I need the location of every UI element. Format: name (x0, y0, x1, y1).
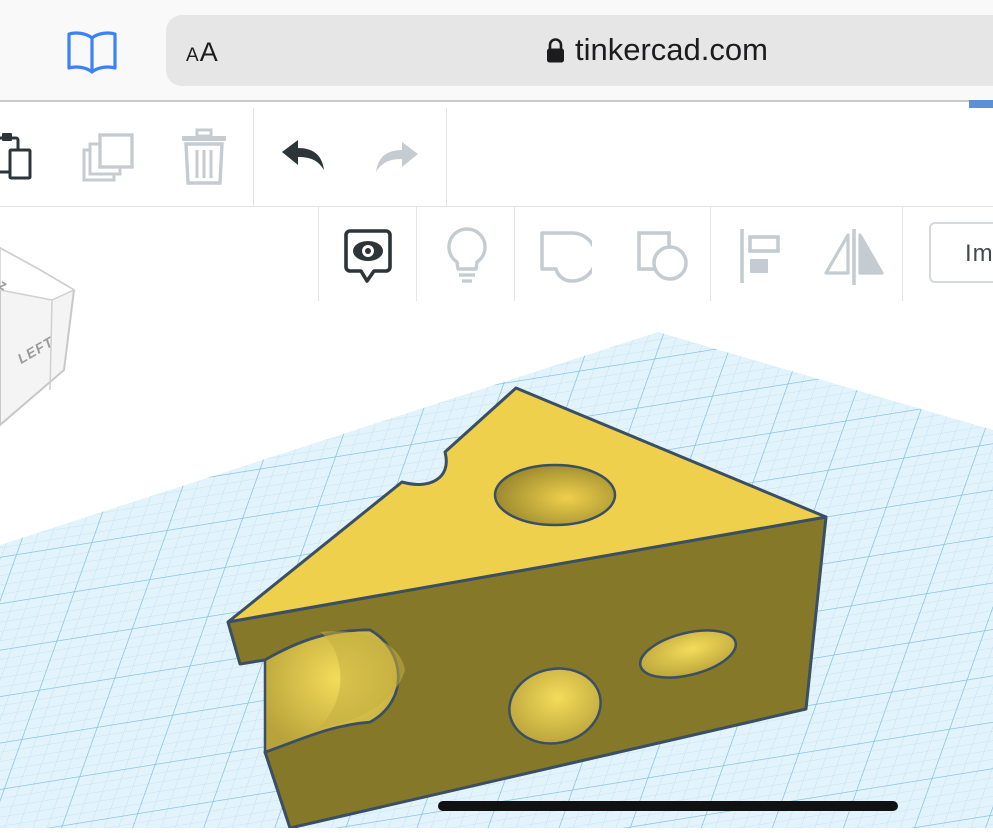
toolbar-separator (446, 108, 447, 206)
reader-label-small: A (186, 45, 200, 66)
home-indicator[interactable] (438, 801, 898, 811)
edit-toolbar (0, 108, 993, 207)
import-button[interactable]: Im (929, 222, 993, 283)
undo-button[interactable] (278, 136, 328, 176)
view-toolbar (318, 207, 993, 301)
hole-shape-button[interactable] (636, 229, 690, 285)
align-button[interactable] (736, 227, 782, 285)
domain-text: tinkercad.com (575, 32, 768, 67)
mirror-button[interactable] (822, 227, 886, 287)
delete-icon (182, 128, 226, 185)
toolbar-separator (416, 207, 417, 301)
url-display: tinkercad.com (546, 32, 768, 68)
redo-icon (376, 142, 418, 172)
toolbar-separator (253, 108, 254, 206)
shape-hole-icon (637, 231, 688, 281)
shape-solid-icon (540, 231, 592, 283)
page-load-progress (969, 100, 993, 108)
lightbulb-button[interactable] (444, 225, 490, 287)
redo-button[interactable] (372, 138, 422, 178)
notes-button[interactable] (342, 227, 394, 285)
toolbar-separator (710, 207, 711, 301)
address-bar[interactable]: AA tinkercad.com (166, 15, 993, 86)
toolbar-divider (0, 100, 993, 102)
toolbar-separator (902, 207, 903, 301)
notes-icon (344, 229, 392, 283)
delete-button[interactable] (178, 128, 230, 186)
toolbar-separator (318, 207, 319, 301)
toolbar-separator (514, 207, 515, 301)
browser-toolbar: AA tinkercad.com (0, 0, 993, 108)
duplicate-button[interactable] (80, 130, 138, 186)
reader-label-big: A (199, 37, 219, 67)
solid-shape-button[interactable] (538, 229, 592, 285)
lightbulb-icon (447, 227, 487, 283)
paste-button[interactable] (0, 130, 40, 184)
reader-view-button[interactable]: AA (186, 37, 219, 68)
mirror-icon (824, 229, 884, 285)
duplicate-icon (82, 133, 134, 182)
lock-icon (547, 37, 564, 62)
bookmarks-button[interactable] (66, 28, 118, 74)
undo-icon (282, 140, 324, 170)
align-icon (740, 229, 780, 283)
book-icon (67, 31, 117, 74)
paste-icon (0, 133, 32, 180)
